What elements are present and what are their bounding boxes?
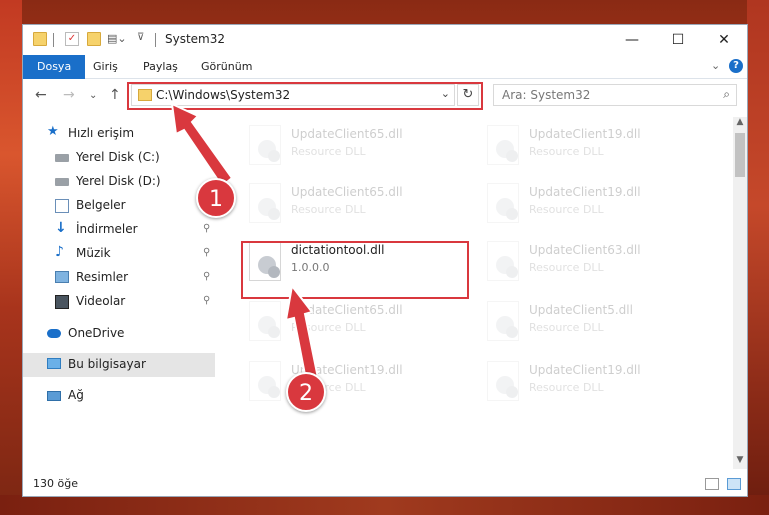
search-icon: ⌕ [723, 87, 730, 101]
documents-icon [55, 199, 69, 213]
new-folder-icon[interactable] [87, 32, 101, 46]
dll-file-icon [487, 125, 519, 165]
star-icon: ★ [47, 124, 59, 139]
file-item[interactable]: UpdateClient65.dll Resource DLL [245, 121, 465, 171]
navigation-pane: ★ Hızlı erişim Yerel Disk (C:) ⚲ Yerel D… [23, 117, 215, 469]
close-button[interactable]: ✕ [701, 25, 747, 55]
file-highlight-box [241, 241, 469, 299]
tab-dosya[interactable]: Dosya [23, 55, 86, 79]
sidebar-item-quick-access[interactable]: ★ Hızlı erişim [47, 123, 215, 145]
dll-file-icon [487, 301, 519, 341]
dll-file-icon [487, 241, 519, 281]
sidebar-item-videos[interactable]: Videolar ⚲ [55, 291, 215, 313]
pin-icon[interactable]: ⚲ [203, 223, 210, 234]
sidebar-item-this-pc[interactable]: Bu bilgisayar [23, 353, 215, 377]
sidebar-item-local-disk-d[interactable]: Yerel Disk (D:) [55, 171, 215, 193]
scroll-up-icon[interactable]: ▲ [733, 117, 747, 131]
tab-gorunum[interactable]: Görünüm [201, 55, 252, 79]
scrollbar-thumb[interactable] [735, 133, 745, 177]
sidebar-item-music[interactable]: ♪ Müzik ⚲ [55, 243, 215, 265]
scroll-down-icon[interactable]: ▼ [733, 455, 747, 469]
downloads-icon: ↓ [55, 220, 67, 236]
cloud-icon [47, 329, 61, 338]
vertical-scrollbar[interactable]: ▲ ▼ [733, 117, 747, 469]
file-item[interactable]: UpdateClient19.dll Resource DLL [483, 179, 703, 229]
pin-icon[interactable]: ⚲ [203, 295, 210, 306]
callout-1: 1 [196, 178, 236, 218]
back-button[interactable]: ← [35, 87, 47, 103]
folder-icon [33, 32, 47, 46]
dll-file-icon [249, 125, 281, 165]
pictures-icon [55, 271, 69, 283]
dll-file-icon [487, 361, 519, 401]
sidebar-item-network[interactable]: Ağ [47, 385, 215, 407]
item-count: 130 öğe [33, 477, 78, 490]
search-placeholder: Ara: System32 [502, 88, 591, 102]
sidebar-item-local-disk-c[interactable]: Yerel Disk (C:) ⚲ [55, 147, 215, 169]
properties-icon[interactable]: ✓ [65, 32, 79, 46]
toolbar-dropdown-icon[interactable]: ⊽ [137, 32, 151, 46]
up-button[interactable]: ↑ [109, 87, 121, 103]
drive-icon [55, 178, 69, 186]
file-item[interactable]: UpdateClient65.dll Resource DLL [245, 297, 465, 347]
maximize-button[interactable]: ☐ [655, 25, 701, 55]
forward-button[interactable]: → [63, 87, 75, 103]
address-highlight-box [127, 82, 483, 110]
file-item[interactable]: UpdateClient19.dll Resource DLL [245, 357, 465, 407]
file-item[interactable]: UpdateClient19.dll Resource DLL [483, 121, 703, 171]
sidebar-item-onedrive[interactable]: OneDrive [47, 323, 215, 345]
desktop-background-left [0, 0, 22, 515]
desktop-background-bottom [0, 495, 769, 515]
ribbon-tabs: Dosya Giriş Paylaş Görünüm ⌄ ? [23, 55, 747, 79]
status-bar: 130 öğe [23, 473, 747, 495]
toolbar-separator [53, 33, 54, 47]
tab-giris[interactable]: Giriş [93, 55, 118, 79]
videos-icon [55, 295, 69, 309]
file-item[interactable]: UpdateClient5.dll Resource DLL [483, 297, 703, 347]
file-item[interactable]: UpdateClient63.dll Resource DLL [483, 237, 703, 287]
sidebar-item-pictures[interactable]: Resimler ⚲ [55, 267, 215, 289]
dll-file-icon [249, 183, 281, 223]
pin-icon[interactable]: ⚲ [203, 151, 210, 162]
details-view-icon[interactable] [705, 478, 719, 490]
customize-toolbar-icon[interactable]: ▤⌄ [107, 32, 127, 46]
search-input[interactable]: Ara: System32 ⌕ [493, 84, 737, 106]
computer-icon [47, 358, 61, 369]
dll-file-icon [487, 183, 519, 223]
music-icon: ♪ [55, 244, 64, 260]
network-icon [47, 391, 61, 401]
minimize-button[interactable]: — [609, 25, 655, 55]
callout-2: 2 [286, 372, 326, 412]
recent-locations-button[interactable]: ⌄ [89, 90, 97, 101]
help-icon[interactable]: ? [729, 59, 743, 73]
file-item[interactable]: UpdateClient19.dll Resource DLL [483, 357, 703, 407]
dll-file-icon [249, 301, 281, 341]
explorer-window: ✓ ▤⌄ ⊽ System32 — ☐ ✕ Dosya Giriş Paylaş… [22, 24, 748, 497]
sidebar-item-downloads[interactable]: ↓ İndirmeler ⚲ [55, 219, 215, 241]
title-bar: ✓ ▤⌄ ⊽ System32 — ☐ ✕ [23, 25, 747, 55]
pin-icon[interactable]: ⚲ [203, 271, 210, 282]
file-item[interactable]: UpdateClient65.dll Resource DLL [245, 179, 465, 229]
desktop-background-right [747, 0, 769, 515]
sidebar-item-documents[interactable]: Belgeler [55, 195, 215, 217]
pin-icon[interactable]: ⚲ [203, 247, 210, 258]
window-title: System32 [165, 32, 226, 46]
expand-ribbon-icon[interactable]: ⌄ [711, 59, 720, 72]
toolbar-separator [155, 33, 156, 47]
large-icons-view-icon[interactable] [727, 478, 741, 490]
tab-paylas[interactable]: Paylaş [143, 55, 178, 79]
dll-file-icon [249, 361, 281, 401]
drive-icon [55, 154, 69, 162]
